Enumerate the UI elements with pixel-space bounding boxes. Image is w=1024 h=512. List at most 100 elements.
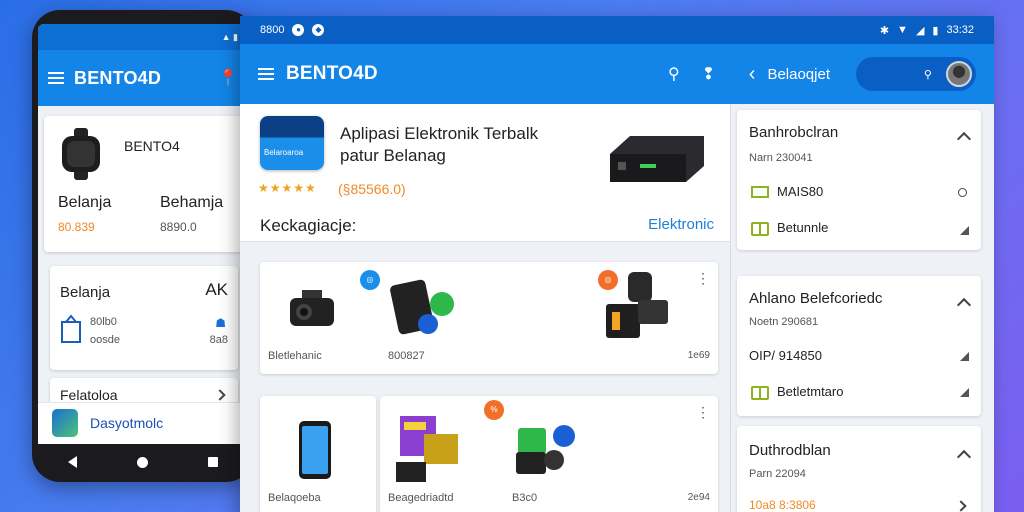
status-time: 33:32 — [946, 24, 974, 36]
status-left-text: 8800 — [260, 24, 285, 36]
section-link[interactable]: Elektronic — [648, 216, 714, 233]
phone-col2-label: Behamja — [160, 194, 224, 211]
signal-icon: ▲ ▮ — [221, 32, 238, 42]
smartwatch-icon — [62, 128, 100, 180]
rating-stars: ★★★★★ — [258, 181, 317, 195]
phone-app-bar: BENTO4D 📍 — [38, 50, 248, 106]
product-meta: 2e94 — [687, 492, 710, 503]
more-options-icon[interactable]: ⋮ — [696, 404, 710, 421]
product-row-1[interactable]: Bletlehanic ◎ 800827 ◎ ⋮ 1e69 — [260, 262, 718, 374]
phone-device: ▲ ▮ BENTO4D 📍 BENTO4 Belanja Behamja 80.… — [32, 10, 254, 482]
avatar[interactable] — [945, 61, 972, 87]
tablet-status-bar: 8800 ● ◆ ✱ ▼ ◢ ▮ 33:32 — [240, 16, 994, 44]
gadget-image — [606, 272, 668, 338]
router-device-image — [610, 136, 704, 182]
phone-card2-title: Belanja — [60, 284, 111, 301]
phone-card-title: BENTO4 — [124, 138, 180, 154]
smartphone-image — [299, 421, 331, 479]
group-sub: Noetn 290681 — [749, 316, 819, 328]
chevron-left-icon[interactable]: ‹ — [749, 63, 756, 86]
book-icon — [751, 222, 769, 236]
phone-card2-sub: oosde — [90, 334, 120, 346]
tablet-app-bar: BENTO4D ⚲ ❢ ‹ Belaoqjet ⚲ — [240, 44, 994, 104]
product-card-phone[interactable]: Belaqoeba — [260, 396, 376, 512]
chevron-up-icon[interactable] — [956, 131, 972, 147]
product-row-2[interactable]: Beagedriadtd % B3c0 ⋮ 2e94 — [380, 396, 718, 512]
phone-list-label: Felatoloa — [60, 387, 118, 403]
phone-card2-right-val: 8a8 — [209, 334, 228, 346]
product-label: Bletlehanic — [268, 350, 322, 362]
group-sub: Parn 22094 — [749, 468, 806, 480]
search-icon: ⚲ — [923, 68, 932, 81]
corner-arrow-icon — [960, 388, 969, 397]
product-meta: 1e69 — [687, 350, 710, 361]
group-title: Ahlano Belefcoriedc — [749, 290, 883, 307]
chevron-right-icon — [214, 389, 226, 401]
phone-product-card[interactable]: BENTO4 Belanja Behamja 80.839 8890.0 — [44, 116, 242, 252]
chevron-up-icon[interactable] — [956, 449, 972, 465]
chevron-right-icon[interactable] — [955, 500, 967, 512]
badge-icon: % — [484, 400, 504, 420]
main-content: Belaroaroa Aplipasi Elektronik Terbalk p… — [240, 104, 730, 512]
search-icon[interactable]: ⚲ — [668, 64, 680, 84]
hero-price: (§85566.0) — [338, 181, 406, 197]
notification-icon: ● — [292, 24, 305, 36]
notification-bell-icon[interactable]: ❢ — [702, 64, 715, 84]
group-sub: Narn 230041 — [749, 152, 813, 164]
tablet-brand: BENTO4D — [286, 63, 378, 84]
section-title: Keckagiacje: — [260, 216, 357, 235]
detail-group[interactable]: Banhrobclran Narn 230041 MAIS80 Betunnle — [737, 110, 981, 250]
group-row-text: Betletmtaro — [777, 384, 844, 399]
tablet-device: 8800 ● ◆ ✱ ▼ ◢ ▮ 33:32 BENTO4D ⚲ ❢ ‹ Bel… — [240, 16, 994, 512]
phone-screen: ▲ ▮ BENTO4D 📍 BENTO4 Belanja Behamja 80.… — [38, 24, 248, 444]
details-sidebar: Banhrobclran Narn 230041 MAIS80 Betunnle… — [730, 104, 994, 512]
chevron-up-icon[interactable] — [956, 297, 972, 313]
more-options-icon[interactable]: ⋮ — [696, 270, 710, 287]
settings-icon: ◆ — [312, 24, 325, 36]
group-title: Banhrobclran — [749, 124, 839, 141]
location-pin-icon[interactable]: 📍 — [218, 68, 238, 88]
package-icon — [61, 314, 81, 343]
hero-title-line2: patur Belanag — [340, 146, 446, 165]
product-label: Belaqoeba — [268, 492, 321, 504]
featured-banner[interactable]: Belaroaroa Aplipasi Elektronik Terbalk p… — [240, 104, 730, 242]
product-label: B3c0 — [512, 492, 538, 504]
corner-arrow-icon — [960, 352, 969, 361]
hero-title-line1: Aplipasi Elektronik Terbalk — [340, 124, 539, 143]
radio-icon[interactable] — [958, 188, 967, 197]
product-code: 800827 — [388, 350, 425, 362]
recent-apps-icon[interactable] — [208, 457, 218, 467]
book-icon — [751, 386, 769, 400]
app-icon — [52, 409, 78, 437]
group-title: Duthrodblan — [749, 442, 831, 459]
phone-brand: BENTO4D — [74, 67, 162, 88]
dashcam-image — [290, 290, 334, 326]
back-icon[interactable] — [68, 456, 77, 468]
phone-app-label: Dasyotmolc — [90, 415, 164, 431]
flag-icon — [751, 186, 769, 198]
phone-card2-right: AK — [205, 280, 228, 299]
menu-icon[interactable] — [258, 68, 274, 80]
badge-icon: ◎ — [360, 270, 380, 290]
obd-scanner-image — [390, 279, 454, 335]
phone-card2-item: 80lb0 — [90, 316, 117, 328]
group-row-text: MAIS80 — [777, 184, 824, 199]
app-logo-text: Belaroaroa — [264, 148, 304, 157]
tablet-title-secondary: Belaoqjet — [767, 65, 830, 83]
app-logo: Belaroaroa — [260, 116, 324, 170]
group-row-text: OIP/ 914850 — [749, 348, 822, 363]
detail-group[interactable]: Duthrodblan Parn 22094 10a8 8:3806 — [737, 426, 981, 512]
bluetooth-icon: ✱ — [879, 24, 890, 37]
gadget-set-image — [516, 425, 575, 474]
detail-group[interactable]: Ahlano Belefcoriedc Noetn 290681 OIP/ 91… — [737, 276, 981, 416]
corner-arrow-icon — [960, 226, 969, 235]
menu-icon[interactable] — [48, 72, 64, 84]
phone-col1-label: Belanja — [58, 194, 112, 211]
product-label: Beagedriadtd — [388, 492, 454, 504]
phone-col2-price: 8890.0 — [160, 220, 197, 234]
search-input[interactable]: ⚲ — [856, 57, 976, 91]
home-icon[interactable] — [137, 456, 148, 468]
phone-category-card[interactable]: Belanja AK 80lb0 oosde ☗ 8a8 — [50, 266, 238, 370]
phone-app-row[interactable]: Dasyotmolc — [38, 402, 248, 444]
phone-status-bar: ▲ ▮ — [38, 24, 248, 50]
